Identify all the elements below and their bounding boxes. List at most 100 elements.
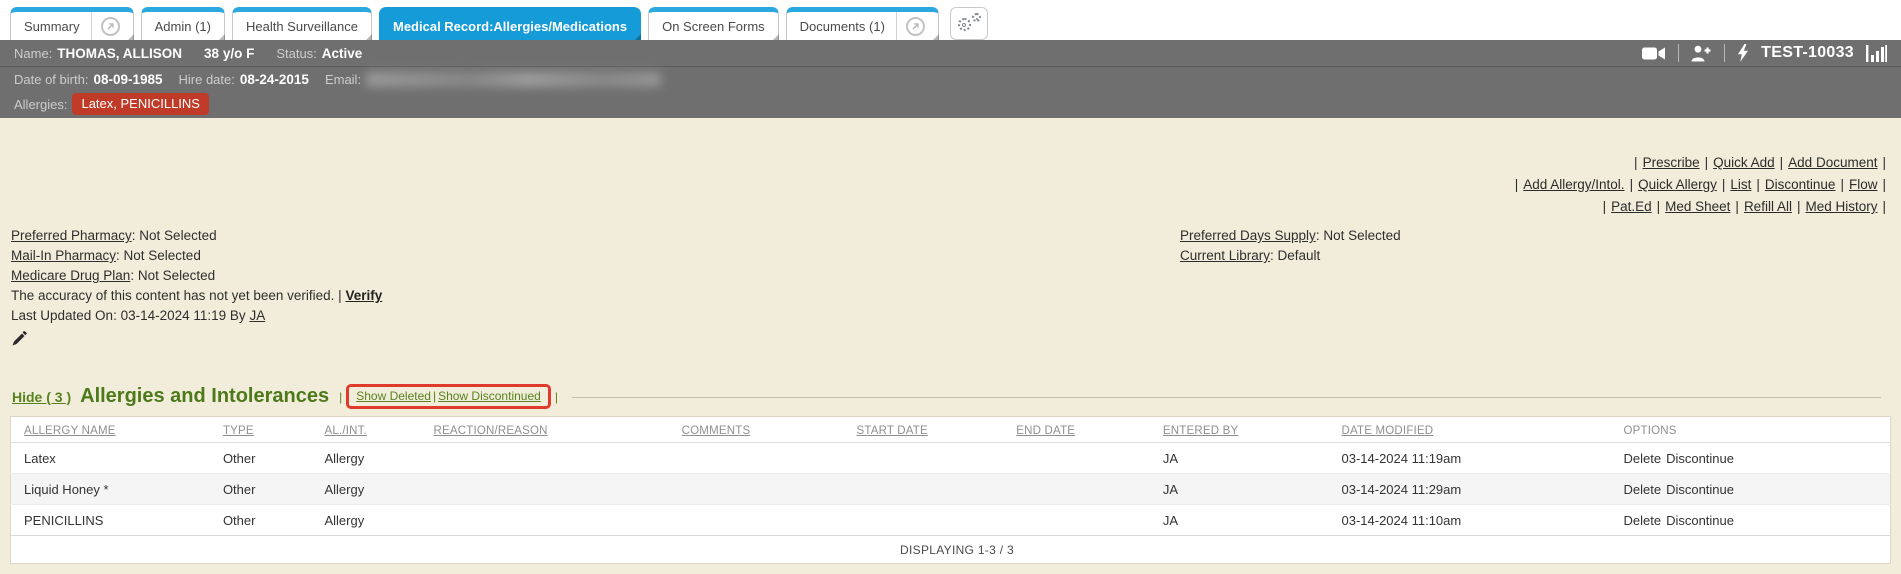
show-deleted-link[interactable]: Show Deleted	[356, 389, 431, 403]
column-header-end-date-label[interactable]: END DATE	[1016, 425, 1075, 437]
link-list[interactable]: List	[1730, 177, 1751, 192]
action-links-row-3: |Pat.Ed|Med Sheet|Refill All|Med History…	[0, 198, 1891, 216]
tab-bar: Summary Admin (1) Health Surveillance Me…	[0, 0, 1901, 40]
cell-start-date	[856, 505, 1016, 536]
heading-rule	[572, 397, 1881, 398]
allergies-badge[interactable]: Latex, PENICILLINS	[72, 93, 209, 115]
show-discontinued-link[interactable]: Show Discontinued	[438, 389, 541, 403]
name-label: Name:	[14, 46, 52, 61]
option-discontinue-link[interactable]: Discontinue	[1666, 482, 1734, 497]
option-delete-link[interactable]: Delete	[1623, 451, 1661, 466]
settings-button[interactable]	[950, 7, 988, 40]
link-quick-add[interactable]: Quick Add	[1713, 155, 1775, 170]
edit-pencil-icon[interactable]	[11, 331, 29, 348]
tab-summary[interactable]: Summary	[10, 7, 134, 40]
cell-comments	[682, 505, 857, 536]
medicare-drug-plan-link[interactable]: Medicare Drug Plan	[11, 268, 130, 283]
cell-type: Other	[223, 474, 325, 505]
tab-health-surveillance[interactable]: Health Surveillance	[232, 7, 372, 40]
separator: |	[1630, 177, 1634, 192]
mail-in-pharmacy-value: : Not Selected	[116, 248, 201, 263]
tab-medical-record-allergies-medications[interactable]: Medical Record:Allergies/Medications	[379, 7, 641, 40]
verify-link[interactable]: Verify	[345, 288, 382, 303]
column-header-start-date-label[interactable]: START DATE	[856, 425, 927, 437]
column-header-entered-by-label[interactable]: ENTERED BY	[1163, 425, 1239, 437]
column-header-type-label[interactable]: TYPE	[223, 425, 254, 437]
column-header-al-int-label[interactable]: AL./INT.	[324, 425, 367, 437]
link-med-history[interactable]: Med History	[1805, 199, 1877, 214]
cell-al-int: Allergy	[324, 505, 433, 536]
patient-status: Active	[322, 46, 363, 61]
lightning-icon[interactable]	[1737, 44, 1749, 62]
pharmacy-info: Preferred Pharmacy : Not Selected Mail-In…	[0, 226, 1901, 326]
cell-reaction	[433, 505, 681, 536]
option-delete-link[interactable]: Delete	[1623, 513, 1661, 528]
cell-date-modified: 03-14-2024 11:29am	[1341, 474, 1623, 505]
video-camera-icon[interactable]	[1642, 46, 1666, 61]
cell-comments	[682, 474, 857, 505]
column-header-date-modified-label[interactable]: DATE MODIFIED	[1341, 425, 1433, 437]
column-header-comments-label[interactable]: COMMENTS	[682, 425, 751, 437]
separator: |	[1840, 177, 1844, 192]
bar-chart-icon[interactable]	[1866, 45, 1887, 62]
separator: |	[1882, 199, 1886, 214]
divider	[1724, 44, 1725, 62]
preferred-days-supply-link[interactable]: Preferred Days Supply	[1180, 228, 1316, 243]
popout-icon	[906, 17, 925, 36]
patient-banner: Name: THOMAS, ALLISON 38 y/o F Status: A…	[0, 40, 1901, 118]
link-prescribe[interactable]: Prescribe	[1643, 155, 1700, 170]
link-quick-allergy[interactable]: Quick Allergy	[1638, 177, 1717, 192]
preferred-pharmacy-link[interactable]: Preferred Pharmacy	[11, 228, 132, 243]
add-person-icon[interactable]	[1691, 45, 1712, 62]
separator: |	[1603, 199, 1607, 214]
documents-popout-button[interactable]	[896, 12, 925, 40]
cell-reaction	[433, 443, 681, 474]
option-discontinue-link[interactable]: Discontinue	[1666, 451, 1734, 466]
tab-on-screen-forms[interactable]: On Screen Forms	[648, 7, 779, 40]
link-refill-all[interactable]: Refill All	[1744, 199, 1792, 214]
allergies-label: Allergies:	[14, 97, 67, 112]
cell-al-int: Allergy	[324, 443, 433, 474]
separator: |	[1515, 177, 1519, 192]
cell-reaction	[433, 474, 681, 505]
column-header-options-label: OPTIONS	[1623, 425, 1676, 437]
table-row: Liquid Honey *OtherAllergyJA03-14-2024 1…	[11, 474, 1891, 505]
link-med-sheet[interactable]: Med Sheet	[1665, 199, 1730, 214]
separator: |	[1722, 177, 1726, 192]
option-delete-link[interactable]: Delete	[1623, 482, 1661, 497]
allergies-section-heading: Hide ( 3 ) Allergies and Intolerances | …	[0, 384, 1901, 409]
column-header-reaction-reason-label[interactable]: REACTION/REASON	[433, 425, 547, 437]
column-header-allergy-name-label[interactable]: ALLERGY NAME	[24, 425, 116, 437]
cell-entered-by: JA	[1163, 505, 1342, 536]
current-library-link[interactable]: Current Library	[1180, 248, 1270, 263]
tab-documents[interactable]: Documents (1)	[786, 7, 939, 40]
dob-label: Date of birth:	[14, 72, 88, 87]
column-header-al-int: AL./INT.	[324, 417, 433, 443]
hide-section-link[interactable]: Hide ( 3 )	[12, 389, 71, 405]
option-discontinue-link[interactable]: Discontinue	[1666, 513, 1734, 528]
medicare-drug-plan-value: : Not Selected	[130, 268, 215, 283]
cell-type: Other	[223, 443, 325, 474]
status-label: Status:	[276, 46, 316, 61]
tab-on-screen-forms-label: On Screen Forms	[662, 19, 765, 34]
patient-hire-date: 08-24-2015	[240, 72, 309, 87]
mail-in-pharmacy-link[interactable]: Mail-In Pharmacy	[11, 248, 116, 263]
tab-admin[interactable]: Admin (1)	[141, 7, 225, 40]
link-flow[interactable]: Flow	[1849, 177, 1878, 192]
popout-icon	[101, 17, 120, 36]
link-add-allergy-intol[interactable]: Add Allergy/Intol.	[1523, 177, 1624, 192]
action-links: | Prescribe | Quick Add | Add Document | | Add …	[0, 118, 1901, 216]
section-title: Allergies and Intolerances	[80, 385, 329, 408]
link-pat-ed[interactable]: Pat.Ed	[1611, 199, 1652, 214]
link-discontinue[interactable]: Discontinue	[1765, 177, 1836, 192]
cell-allergy-name: Latex	[11, 443, 223, 474]
tab-medical-record-label: Medical Record:Allergies/Medications	[393, 19, 627, 34]
cell-start-date	[856, 443, 1016, 474]
summary-popout-button[interactable]	[91, 12, 120, 40]
tab-summary-label: Summary	[24, 19, 80, 34]
cell-al-int: Allergy	[324, 474, 433, 505]
column-header-options: OPTIONS	[1623, 417, 1890, 443]
last-updated-by-link[interactable]: JA	[249, 308, 265, 323]
tab-admin-label: Admin (1)	[155, 19, 211, 34]
link-add-document[interactable]: Add Document	[1788, 155, 1877, 170]
